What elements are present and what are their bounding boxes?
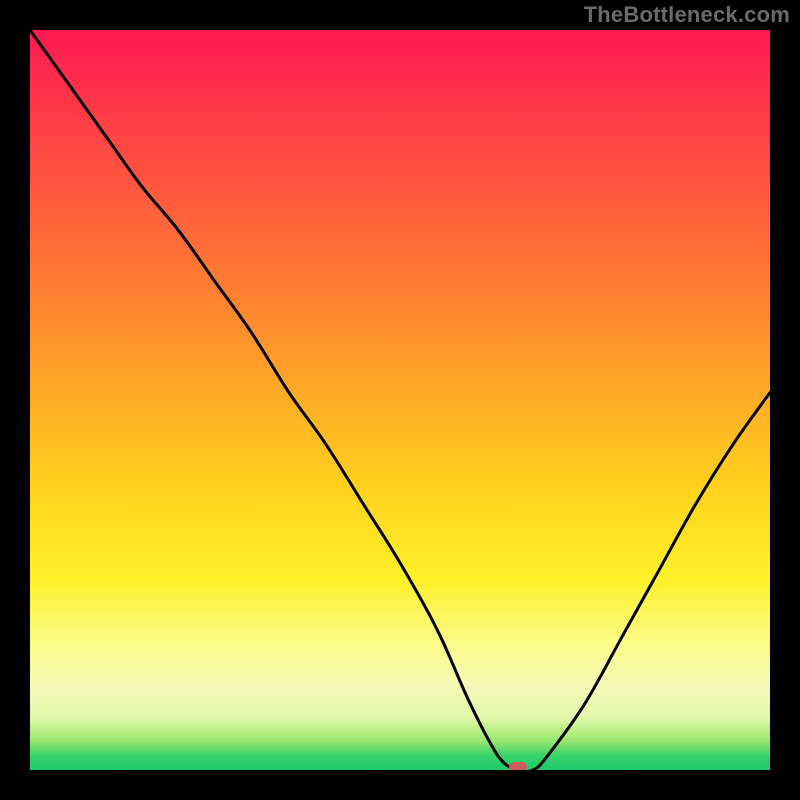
plot-area: [30, 30, 770, 770]
optimal-marker: [509, 762, 527, 770]
watermark-text: TheBottleneck.com: [584, 2, 790, 28]
chart-frame: TheBottleneck.com: [0, 0, 800, 800]
bottleneck-curve-path: [30, 30, 770, 770]
curve-svg: [30, 30, 770, 770]
